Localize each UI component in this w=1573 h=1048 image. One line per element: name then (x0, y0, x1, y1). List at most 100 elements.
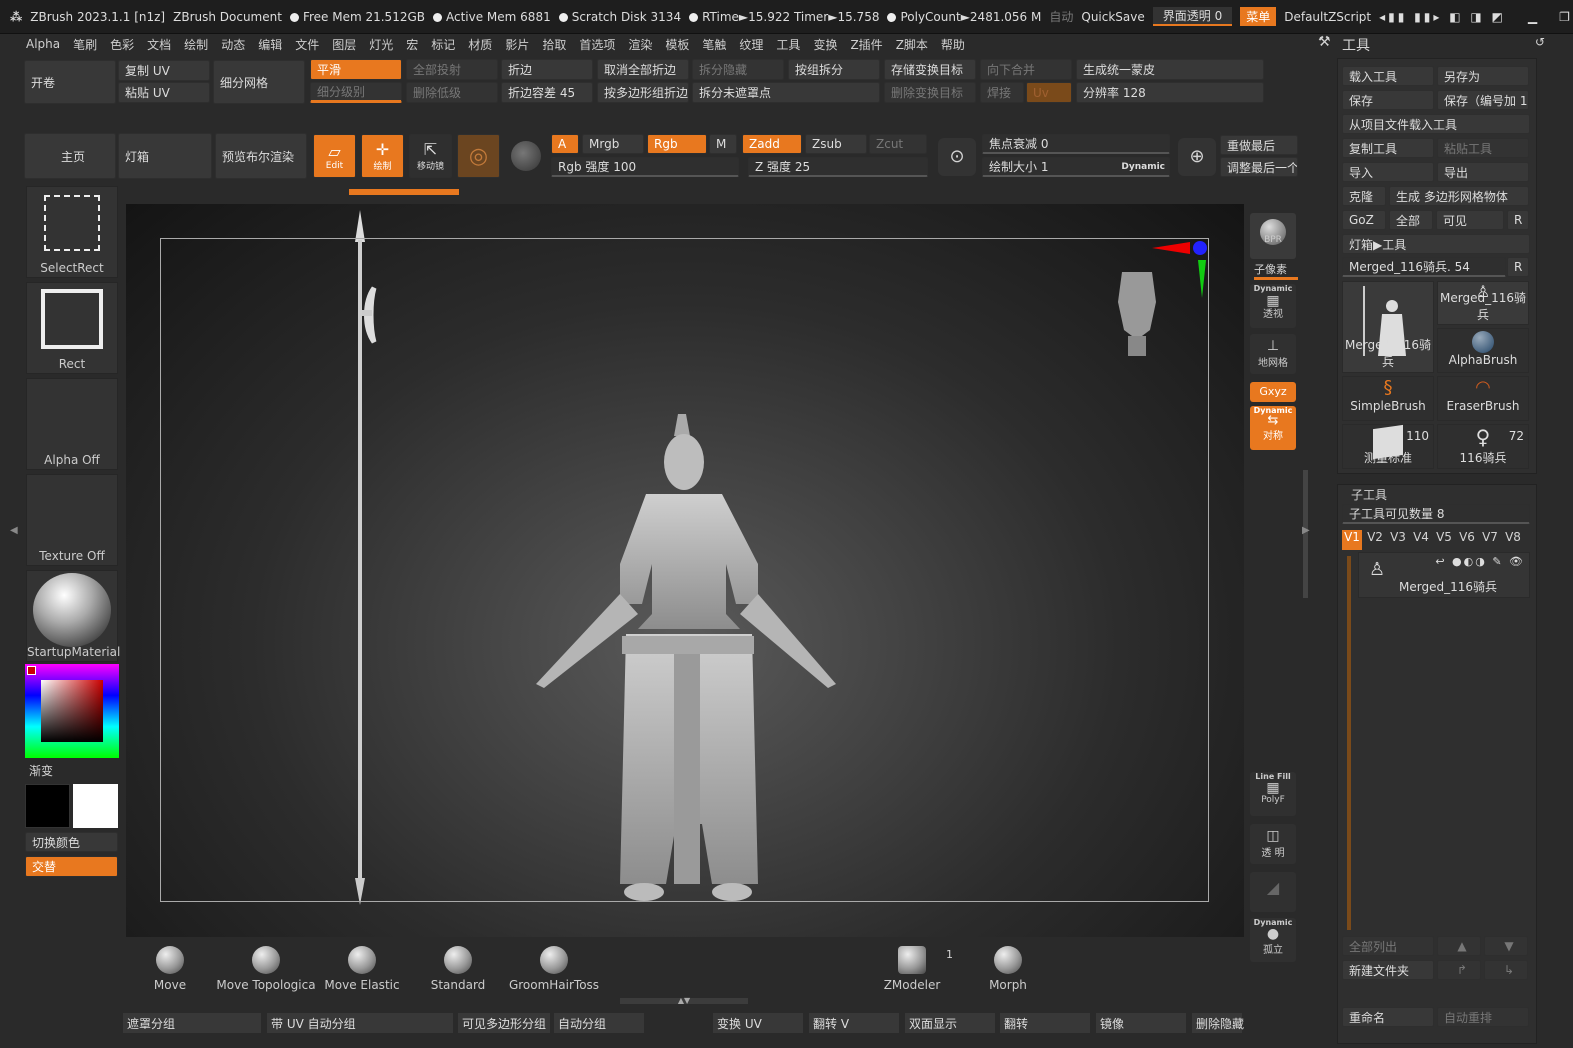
visible-count-slider[interactable]: 子工具可见数量 8 (1342, 504, 1530, 524)
a-toggle[interactable]: A (551, 134, 579, 154)
gradient-label[interactable]: 渐变 (29, 762, 53, 779)
material-sphere-button[interactable]: ◎ (457, 134, 500, 178)
tool-thumb-simplebrush[interactable]: § SimpleBrush (1342, 376, 1434, 421)
solo-button[interactable]: Dynamic ● 孤立 (1250, 918, 1296, 962)
material-tile[interactable]: StartupMaterial (26, 570, 120, 662)
copy-uv-button[interactable]: 复制 UV (118, 60, 210, 81)
brush-morph[interactable]: Morph (976, 942, 1040, 992)
main-color-swatch[interactable] (25, 784, 70, 828)
stroke-icon[interactable]: ⊙ (938, 138, 976, 176)
move-down-button[interactable]: ▼ (1484, 936, 1528, 956)
rgb-toggle[interactable]: Rgb (647, 134, 707, 154)
menu-item[interactable]: 笔刷 (73, 36, 97, 53)
transparency-button[interactable]: ◫ 透 明 (1250, 824, 1296, 864)
clone-button[interactable]: 克隆 (1342, 186, 1386, 206)
texture-off-tile[interactable]: Texture Off (26, 474, 118, 566)
mirror-button[interactable]: 镜像 (1095, 1012, 1187, 1034)
edit-mode-button[interactable]: ▱ Edit (313, 134, 356, 178)
menu-item[interactable]: 宏 (406, 36, 418, 53)
paste-tool-button[interactable]: 粘贴工具 (1437, 138, 1529, 158)
menu-item[interactable]: 帮助 (941, 36, 965, 53)
menu-item[interactable]: 拾取 (542, 36, 566, 53)
lightbox-button[interactable]: 灯箱 (118, 133, 212, 179)
copy-tool-button[interactable]: 复制工具 (1342, 138, 1434, 158)
menu-item[interactable]: 工具 (776, 36, 800, 53)
home-button[interactable]: 主页 (24, 133, 116, 179)
crease-by-polygroup-button[interactable]: 按多边形组折边 (597, 82, 689, 103)
xyz-button[interactable]: Gxyz (1250, 382, 1296, 402)
color-square[interactable] (41, 680, 103, 742)
brush-standard[interactable]: Standard (418, 942, 498, 992)
zsub-toggle[interactable]: Zsub (805, 134, 867, 154)
load-from-project-button[interactable]: 从项目文件载入工具 (1342, 114, 1530, 134)
menu-item[interactable]: 编辑 (258, 36, 282, 53)
redo-last-button[interactable]: 重做最后 (1220, 135, 1298, 155)
tab-v8[interactable]: V8 (1503, 530, 1523, 550)
flip-v-button[interactable]: 翻转 V (808, 1012, 900, 1034)
split-hidden-button[interactable]: 拆分隐藏 (692, 59, 784, 80)
shelf-expand-handle[interactable]: ▲▼ (620, 997, 748, 1005)
menu-item[interactable]: 动态 (221, 36, 245, 53)
adjust-last-button[interactable]: 调整最后一个 (1220, 157, 1298, 177)
lightbox-tools-button[interactable]: 灯箱▶工具 (1342, 234, 1530, 254)
crease-tolerance-slider[interactable]: 折边容差 45 (501, 82, 593, 103)
tab-v1[interactable]: V1 (1342, 530, 1362, 550)
delete-lower-button[interactable]: 删除低级 (406, 82, 498, 103)
color-mode-icon[interactable] (511, 141, 541, 171)
draw-size-slider[interactable]: 绘制大小 1 Dynamic (982, 157, 1170, 177)
menu-item[interactable]: 色彩 (110, 36, 134, 53)
tab-v6[interactable]: V6 (1457, 530, 1477, 550)
tool-thumb-116[interactable]: ♀ 72 116骑兵 (1437, 424, 1529, 469)
tool-thumb-alphabrush[interactable]: AlphaBrush (1437, 328, 1529, 373)
goz-r-button[interactable]: R (1507, 210, 1529, 230)
tool-thumb-merged[interactable]: ♙ Merged_116骑兵 (1437, 281, 1529, 325)
subtool-scrollbar[interactable] (1347, 556, 1351, 930)
folder-up-button[interactable]: ↱ (1437, 960, 1481, 980)
mrgb-toggle[interactable]: Mrgb (582, 134, 644, 154)
merge-down-button[interactable]: 向下合并 (980, 59, 1072, 80)
persp-button[interactable]: Dynamic ▦ 透视 (1250, 284, 1296, 328)
alpha-off-tile[interactable]: Alpha Off (26, 378, 118, 470)
switch-color-button[interactable]: 切换颜色 (25, 832, 118, 852)
symmetry-button[interactable]: Dynamic ⇆ 对称 (1250, 406, 1296, 450)
rename-button[interactable]: 重命名 (1342, 1007, 1434, 1027)
menu-item[interactable]: Z脚本 (896, 36, 928, 53)
restore-icon[interactable]: ❐ (1559, 10, 1570, 24)
menu-item[interactable]: 灯光 (369, 36, 393, 53)
subdiv-level-slider[interactable]: 细分级别 (310, 82, 402, 103)
delete-morph-button[interactable]: 删除变换目标 (884, 82, 976, 103)
bpr-button[interactable]: BPR (1250, 213, 1296, 259)
tab-v5[interactable]: V5 (1434, 530, 1454, 550)
subpixel-slider[interactable]: 子像素 (1254, 261, 1298, 280)
brush-move[interactable]: Move (140, 942, 200, 992)
new-folder-button[interactable]: 新建文件夹 (1342, 960, 1434, 980)
left-collapse-icon[interactable]: ◀ (10, 525, 18, 536)
mask-group-button[interactable]: 遮罩分组 (122, 1012, 262, 1034)
subtool-item[interactable]: ♙ ↩ ●◐◑ ✎ 👁 Merged_116骑兵 (1358, 552, 1530, 598)
menu-item[interactable]: Z插件 (850, 36, 882, 53)
split-unmasked-button[interactable]: 拆分未遮罩点 (692, 82, 880, 103)
tab-v3[interactable]: V3 (1388, 530, 1408, 550)
menu-item[interactable]: 材质 (468, 36, 492, 53)
menu-button[interactable]: 菜单 (1240, 7, 1277, 26)
select-rect-tile[interactable]: SelectRect (26, 186, 118, 278)
rgb-intensity-slider[interactable]: Rgb 强度 100 (551, 157, 739, 177)
polyf-button[interactable]: Line Fill ▦ PolyF (1250, 772, 1296, 816)
lazy-icon[interactable]: ⊕ (1178, 138, 1216, 176)
auto-reorder-button[interactable]: 自动重排 (1437, 1007, 1529, 1027)
floor-button[interactable]: ⊥ 地网格 (1250, 334, 1296, 374)
bpr-preview-button[interactable]: 预览布尔渲染 (215, 133, 307, 179)
smooth-toggle[interactable]: 平滑 (310, 59, 402, 80)
brush-zmodeler[interactable]: ZModeler (874, 942, 950, 992)
goz-all-button[interactable]: 全部 (1389, 210, 1433, 230)
alternate-button[interactable]: 交替 (25, 856, 118, 877)
menu-item[interactable]: 渲染 (628, 36, 652, 53)
import-button[interactable]: 导入 (1342, 162, 1434, 182)
tab-v2[interactable]: V2 (1365, 530, 1385, 550)
ghost-button[interactable]: ◢ (1250, 872, 1296, 912)
list-all-button[interactable]: 全部列出 (1342, 936, 1434, 956)
menu-item[interactable]: 影片 (505, 36, 529, 53)
z-intensity-slider[interactable]: Z 强度 25 (748, 157, 928, 177)
brush-groomhairtoss[interactable]: GroomHairToss (504, 942, 604, 992)
paste-uv-button[interactable]: 粘贴 UV (118, 82, 210, 103)
